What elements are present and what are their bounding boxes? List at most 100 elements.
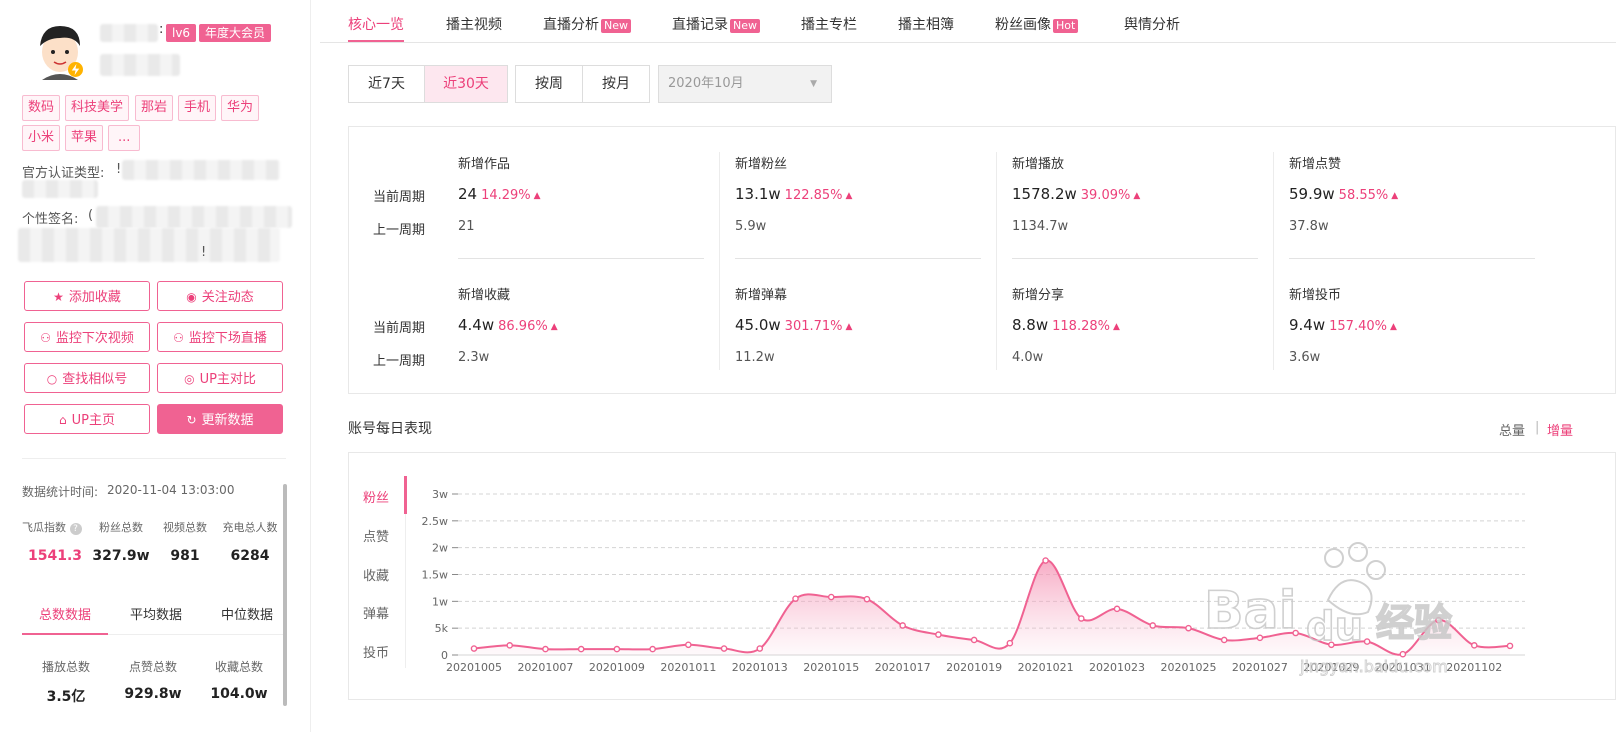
up-arrow-icon: ▲ [550, 322, 558, 332]
metric-title: 新增播放 [1012, 157, 1065, 172]
tag-item[interactable]: 苹果 [65, 125, 104, 151]
sidebar-scrollbar[interactable] [283, 484, 287, 706]
stat-label: 视频总数 [163, 521, 207, 534]
vip-badge: 年度大会员 [199, 24, 272, 42]
tag-item[interactable]: 科技美学 [65, 95, 130, 121]
data-point [685, 641, 692, 649]
tab-uploader-videos[interactable]: 播主视频 [446, 14, 502, 34]
stat-value: 3.5亿 [46, 689, 86, 705]
chart-tab-likes[interactable]: 点赞 [363, 526, 389, 545]
stats-time-label: 数据统计时间: [22, 485, 99, 499]
monitor-next-live-button[interactable]: ⚇ 监控下场直播 [157, 322, 283, 352]
toggle-separator: | [1535, 420, 1540, 435]
data-point [1185, 624, 1192, 632]
up-arrow-icon: ▲ [1133, 191, 1141, 201]
data-point [1078, 615, 1085, 622]
feigua-index-value: 1541.3 [27, 548, 83, 564]
x-tick-label: 20201017 [875, 661, 931, 674]
chart-tab-fans[interactable]: 粉丝 [363, 487, 389, 506]
tab-uploader-albums[interactable]: 播主相簿 [898, 14, 954, 34]
chart-tab-danmaku[interactable]: 弹幕 [363, 603, 389, 622]
data-point [470, 645, 478, 652]
uploader-homepage-button[interactable]: ⌂ UP主页 [24, 404, 150, 434]
signature-mark: ( [88, 208, 94, 223]
metric-current: 45.0w 301.71% ▲ [735, 316, 853, 334]
chart-tab-favorites[interactable]: 收藏 [363, 565, 389, 584]
tab-uploader-columns[interactable]: 播主专栏 [801, 14, 857, 34]
stats-time-value: 2020-11-04 13:03:00 [107, 483, 235, 497]
tag-item[interactable]: 小米 [22, 125, 61, 151]
up-arrow-icon: ▲ [1389, 322, 1397, 332]
username-separator: : [159, 22, 164, 37]
up-arrow-icon: ▲ [845, 322, 853, 332]
up-arrow-icon: ▲ [533, 191, 541, 201]
previous-period-label: 上一周期 [373, 354, 426, 369]
tab-fan-profile[interactable]: 粉丝画像 Hot [995, 14, 1079, 34]
tag-item[interactable]: 华为 [221, 95, 260, 121]
metric-title: 新增分享 [1012, 288, 1065, 303]
tab-live-analysis[interactable]: 直播分析 New [543, 14, 631, 34]
sidebar: : lv6 年度大会员 数码 科技美学 那岩 手机 华为 小米 苹果 ... 官… [0, 0, 311, 732]
compare-icon: ◎ [184, 372, 195, 386]
pulse-icon: ⚇ [40, 331, 51, 345]
by-month-button[interactable]: 按月 [582, 65, 650, 103]
stat-label: 粉丝总数 [99, 521, 143, 534]
data-point [827, 593, 835, 601]
refresh-icon: ↻ [186, 413, 197, 427]
metric-previous: 3.6w [1289, 350, 1321, 365]
cert-type-blurred [122, 160, 280, 180]
tag-item[interactable]: 手机 [178, 95, 217, 121]
tag-item[interactable]: 那岩 [135, 95, 174, 121]
cert-type-blurred [22, 180, 98, 198]
monitor-next-video-button[interactable]: ⚇ 监控下次视频 [24, 322, 150, 352]
follow-updates-button[interactable]: ◉ 关注动态 [157, 281, 283, 311]
username-blurred [100, 24, 158, 42]
help-icon[interactable]: ? [69, 523, 82, 535]
metric-previous: 2.3w [458, 350, 490, 365]
add-favorite-button[interactable]: ★ 添加收藏 [24, 281, 150, 311]
x-tick-label: 20201021 [1018, 661, 1074, 674]
up-arrow-icon: ▲ [1391, 191, 1399, 201]
find-similar-button[interactable]: ○ 查找相似号 [24, 363, 150, 393]
divider [22, 458, 286, 459]
tag-item[interactable]: 数码 [22, 95, 61, 121]
tab-average-data[interactable]: 平均数据 [113, 604, 199, 623]
tab-active-indicator [22, 633, 108, 635]
by-week-button[interactable]: 按周 [515, 65, 583, 103]
refresh-data-button[interactable]: ↻ 更新数据 [157, 404, 283, 434]
divider [1012, 258, 1258, 259]
toggle-increment[interactable]: 增量 [1547, 420, 1573, 439]
tab-live-records[interactable]: 直播记录 New [672, 14, 760, 34]
stat-item: 飞瓜指数 ? [22, 519, 82, 535]
metric-title: 新增作品 [458, 157, 511, 172]
metric-previous: 5.9w [735, 219, 767, 234]
metric-previous: 1134.7w [1012, 219, 1069, 234]
divider [1273, 152, 1274, 370]
divider [719, 152, 720, 370]
tab-total-data[interactable]: 总数数据 [22, 604, 108, 623]
new-badge: New [601, 19, 631, 33]
range-30-days-button[interactable]: 近30天 [424, 65, 508, 103]
stat-value: 6284 [230, 548, 270, 564]
metric-current: 13.1w 122.85% ▲ [735, 185, 853, 203]
stat-value: 104.0w [210, 686, 268, 702]
month-select[interactable]: 2020年10月 ▼ [658, 65, 832, 103]
tab-sentiment-analysis[interactable]: 舆情分析 [1124, 14, 1180, 34]
divider [735, 258, 981, 259]
toggle-total[interactable]: 总量 [1499, 420, 1525, 439]
tab-median-data[interactable]: 中位数据 [204, 604, 290, 623]
x-tick-label: 20201023 [1089, 661, 1145, 674]
level-badge: lv6 [166, 24, 197, 42]
data-point [863, 595, 871, 603]
chart-tab-coins[interactable]: 投币 [363, 642, 389, 661]
caret-down-icon: ▼ [810, 79, 817, 89]
tab-core-overview[interactable]: 核心一览 [348, 14, 404, 34]
compare-uploader-button[interactable]: ◎ UP主对比 [157, 363, 283, 393]
signature-blurred [96, 206, 292, 228]
hot-badge: Hot [1053, 19, 1079, 33]
metric-previous: 37.8w [1289, 219, 1329, 234]
home-icon: ⌂ [59, 413, 67, 427]
baidu-jingyan-watermark: Bai du 经验 jingyan.baidu.com [1203, 542, 1453, 676]
range-7-days-button[interactable]: 近7天 [348, 65, 425, 103]
tag-more[interactable]: ... [108, 125, 141, 151]
